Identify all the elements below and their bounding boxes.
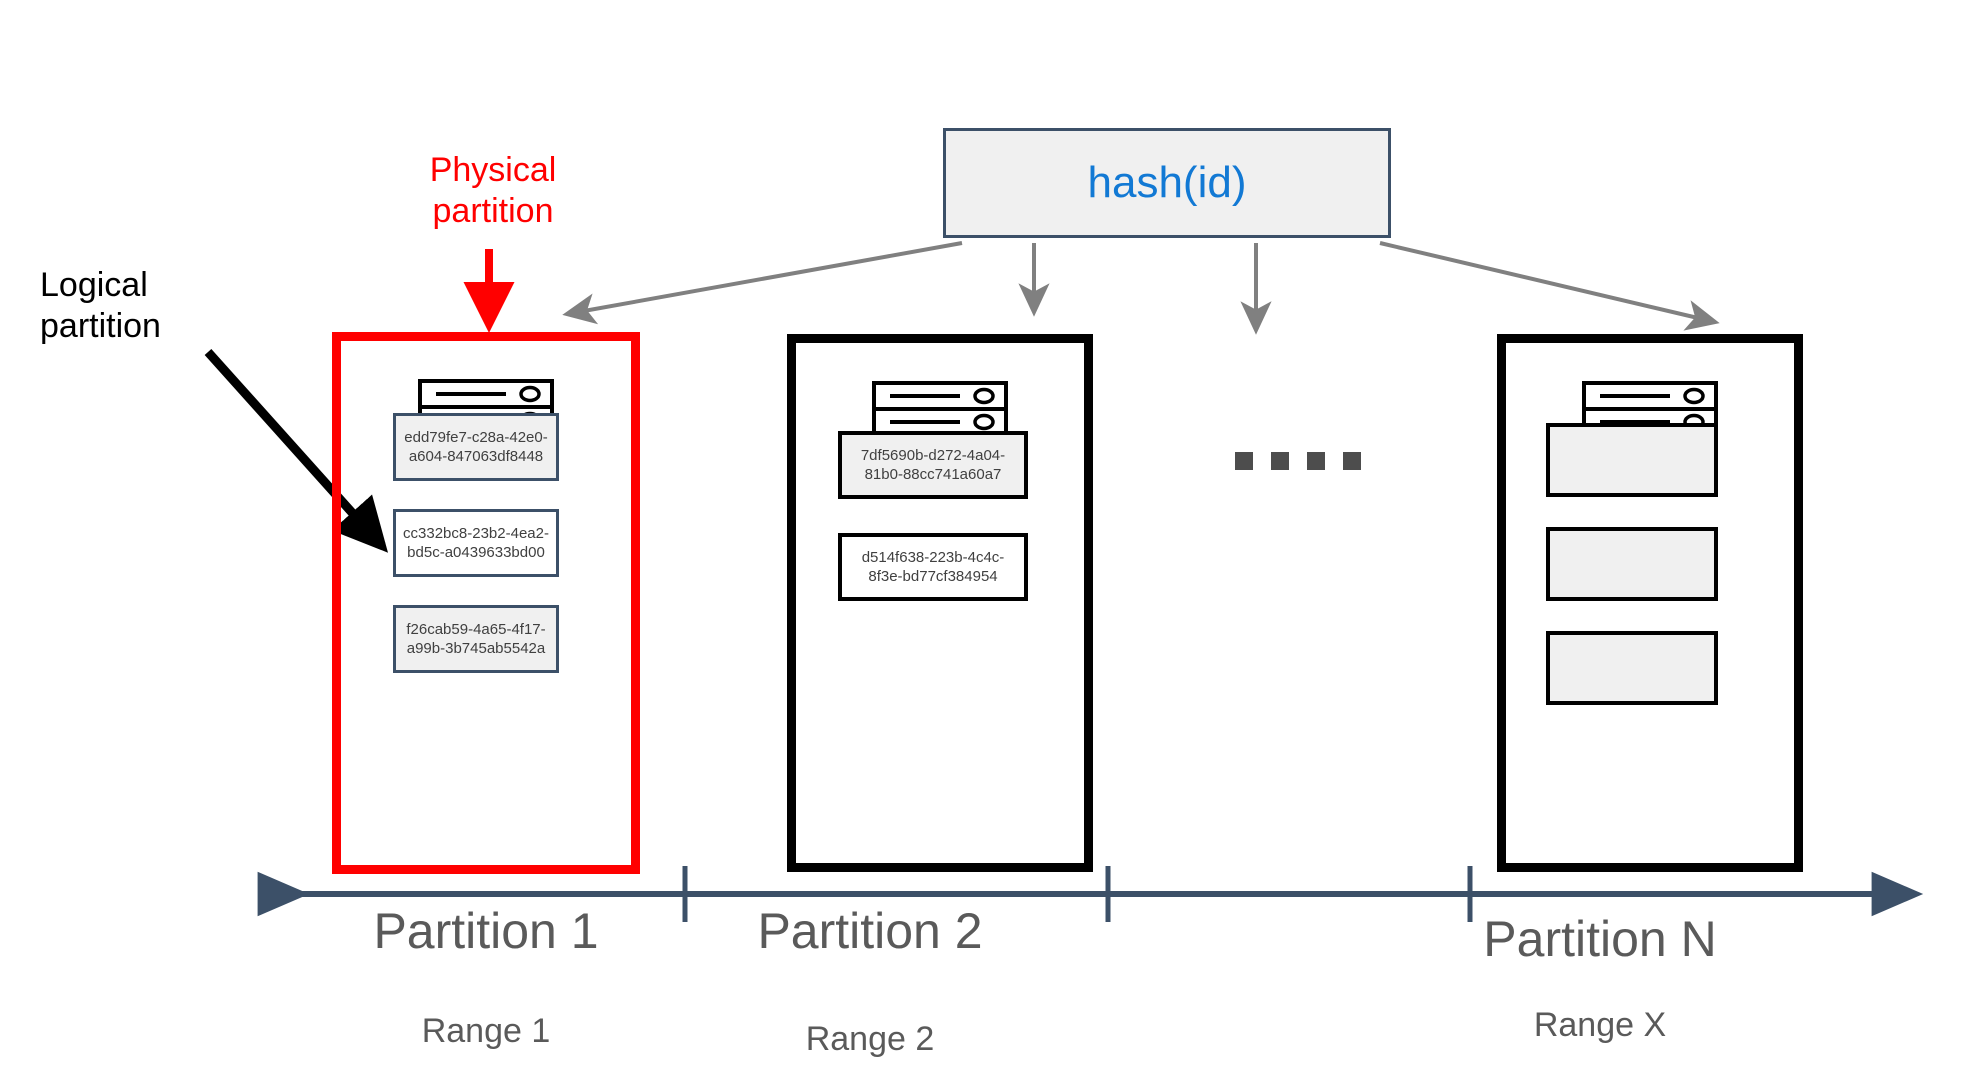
- record-box[interactable]: [1546, 631, 1718, 705]
- record-box[interactable]: f26cab59-4a65-4f17-a99b-3b745ab5542a: [393, 605, 559, 673]
- ellipsis-dot: [1271, 452, 1289, 470]
- physical-partition-1: edd79fe7-c28a-42e0-a604-847063df8448 cc3…: [332, 332, 640, 874]
- physical-partition-n: [1497, 334, 1803, 872]
- record-box[interactable]: cc332bc8-23b2-4ea2-bd5c-a0439633bd00: [393, 509, 559, 577]
- range-label-x: Range X: [1533, 1006, 1667, 1044]
- connector-hash-to-partition-n: [1379, 241, 1720, 331]
- ellipsis-dot: [1343, 452, 1361, 470]
- ellipsis-dot: [1235, 452, 1253, 470]
- record-box[interactable]: [1546, 423, 1718, 497]
- range-label-1: Range 1: [421, 1012, 551, 1050]
- ellipsis-dot: [1307, 452, 1325, 470]
- physical-partition-callout: Physical partition: [429, 151, 557, 231]
- record-box[interactable]: 7df5690b-d272-4a04-81b0-88cc741a60a7: [838, 431, 1028, 499]
- record-box[interactable]: d514f638-223b-4c4c-8f3e-bd77cf384954: [838, 533, 1028, 601]
- logical-partition-callout: Logical partition: [40, 266, 161, 346]
- partition-axis-label-n: Partition N: [1483, 911, 1717, 967]
- partition-axis-label-1: Partition 1: [373, 903, 599, 959]
- range-label-2: Range 2: [805, 1020, 935, 1058]
- connector-hash-to-partition-1: [562, 241, 963, 325]
- physical-partition-2: 7df5690b-d272-4a04-81b0-88cc741a60a7 d51…: [787, 334, 1093, 872]
- record-box[interactable]: edd79fe7-c28a-42e0-a604-847063df8448: [393, 413, 559, 481]
- partition-axis-label-2: Partition 2: [757, 903, 983, 959]
- ellipsis-dots: [1235, 452, 1361, 470]
- diagram-canvas: hash(id) Physical partition Logical part…: [0, 0, 1970, 1089]
- hash-function-box: hash(id): [943, 128, 1391, 238]
- record-box[interactable]: [1546, 527, 1718, 601]
- hash-function-label: hash(id): [1087, 158, 1247, 207]
